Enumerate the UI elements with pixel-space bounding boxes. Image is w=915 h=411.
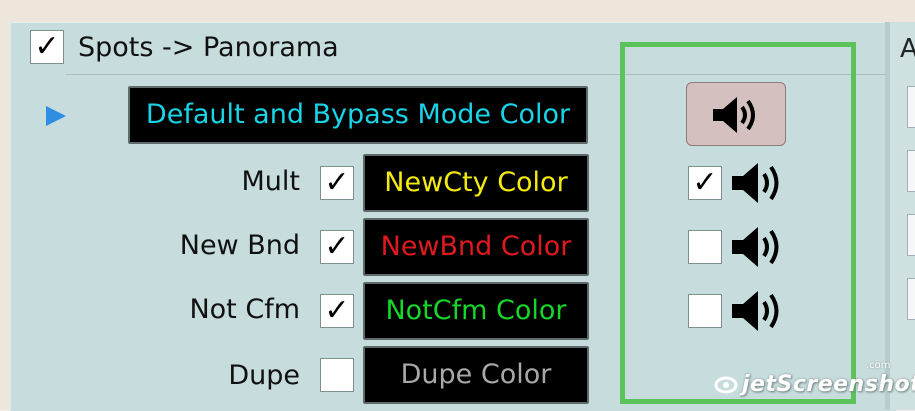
- left-edge: [0, 22, 10, 410]
- not-cfm-sound-checkbox[interactable]: [688, 294, 722, 328]
- dupe-checkbox[interactable]: [320, 358, 354, 392]
- new-bnd-sound-checkbox[interactable]: [688, 230, 722, 264]
- mult-sound-checkbox[interactable]: ✓: [688, 166, 722, 200]
- newcty-color-label: NewCty Color: [384, 167, 568, 198]
- speaker-icon: [732, 227, 779, 267]
- row-label-not-cfm: Not Cfm: [189, 294, 300, 325]
- group-title: Spots -> Panorama: [78, 32, 339, 63]
- right-pane-label: A: [900, 34, 915, 64]
- window-top-band: [0, 0, 915, 22]
- row-label-mult: Mult: [241, 166, 301, 197]
- speaker-icon: [713, 97, 755, 133]
- row-label-dupe: Dupe: [228, 360, 300, 391]
- play-arrow-icon: [46, 106, 66, 126]
- newcty-color-button[interactable]: NewCty Color: [363, 154, 589, 212]
- group-enable-checkbox[interactable]: ✓: [30, 30, 64, 64]
- watermark-text: jetScreenshot: [742, 372, 915, 397]
- right-pane-field[interactable]: [907, 278, 915, 320]
- notcfm-color-label: NotCfm Color: [385, 295, 567, 326]
- newbnd-color-button[interactable]: NewBnd Color: [363, 218, 589, 276]
- default-sound-button[interactable]: [686, 82, 786, 146]
- not-cfm-checkbox[interactable]: ✓: [320, 294, 354, 328]
- mult-checkbox[interactable]: ✓: [320, 166, 354, 200]
- new-bnd-checkbox[interactable]: ✓: [320, 230, 354, 264]
- right-pane-field[interactable]: [907, 214, 915, 256]
- right-pane-field[interactable]: [907, 86, 915, 128]
- dupe-color-label: Dupe Color: [400, 359, 552, 390]
- dupe-color-button[interactable]: Dupe Color: [363, 346, 589, 404]
- notcfm-color-button[interactable]: NotCfm Color: [363, 282, 589, 340]
- row-label-new-bnd: New Bnd: [179, 230, 300, 261]
- watermark-logo-icon: [714, 376, 738, 394]
- newbnd-color-label: NewBnd Color: [380, 231, 572, 262]
- right-pane-field[interactable]: [907, 150, 915, 192]
- default-bypass-color-button[interactable]: Default and Bypass Mode Color: [128, 86, 588, 144]
- watermark-suffix: .com: [866, 360, 891, 371]
- speaker-icon: [732, 163, 779, 203]
- default-bypass-color-label: Default and Bypass Mode Color: [145, 99, 571, 130]
- speaker-icon: [732, 291, 779, 331]
